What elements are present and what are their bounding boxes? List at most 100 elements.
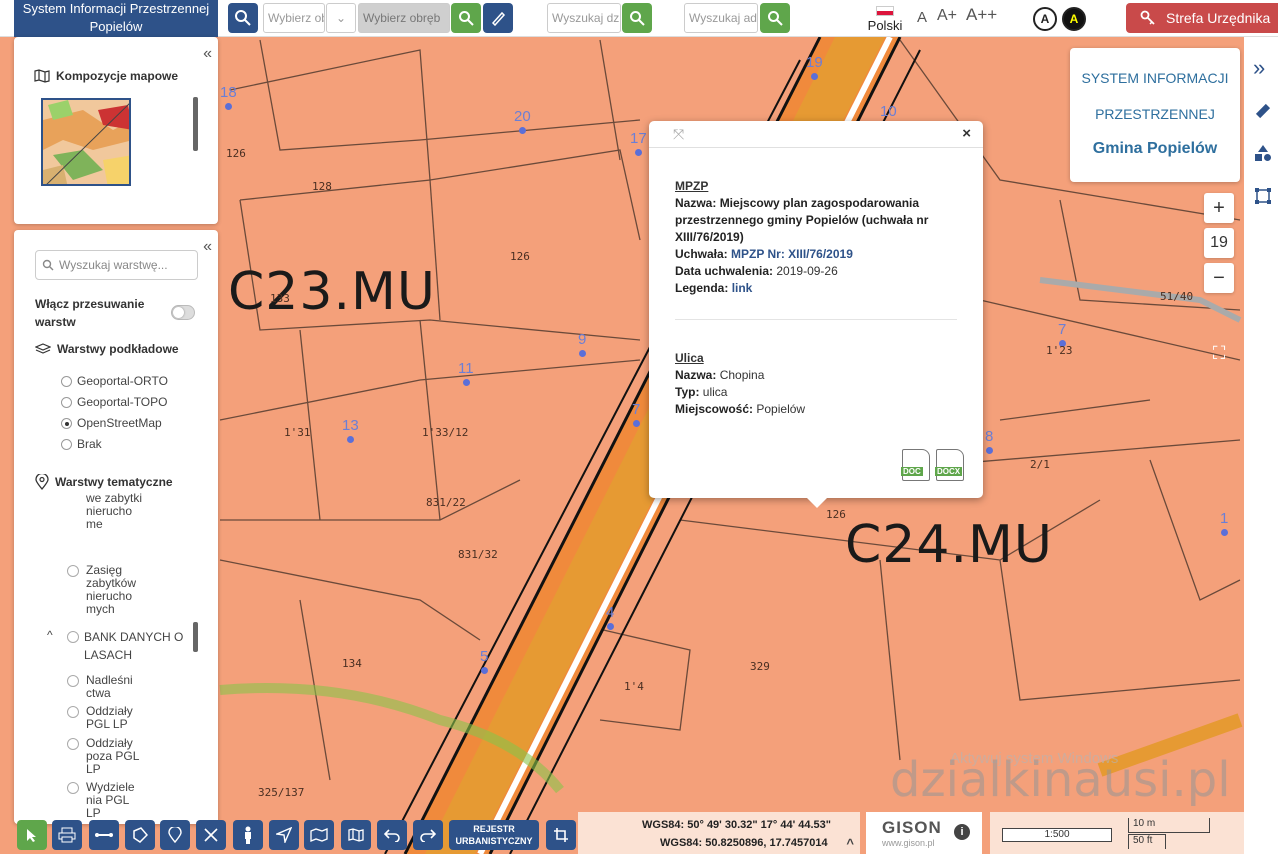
info-line-2: PRZESTRZENNEJ xyxy=(1095,106,1215,122)
font-size-small[interactable]: A xyxy=(917,9,927,26)
obreb-dropdown[interactable]: ⌄ xyxy=(326,3,356,33)
language-switch[interactable]: Polski xyxy=(864,4,906,33)
coord-dec-value: 50.8250896, 17.7457014 xyxy=(705,837,828,849)
obreb-select-1[interactable]: Wybierz obr xyxy=(263,3,325,33)
map-icon xyxy=(34,69,50,83)
print-button[interactable] xyxy=(52,820,82,850)
zoom-in-button[interactable]: + xyxy=(1204,193,1234,223)
strefa-urzednika-button[interactable]: Strefa Urzędnika xyxy=(1126,3,1278,33)
parcel-search-button[interactable] xyxy=(622,3,652,33)
app-title: System Informacji Przestrzennej Popielów xyxy=(14,0,218,37)
popup-divider xyxy=(675,319,957,320)
address-search-button[interactable] xyxy=(760,3,790,33)
shapes-icon[interactable] xyxy=(1254,144,1272,162)
obreb-select-2[interactable]: Wybierz obręb xyxy=(358,3,450,33)
coord-dms-row: WGS84: 50° 49' 30.32" 17° 44' 44.53" xyxy=(642,819,831,831)
base-option-brak[interactable]: Brak xyxy=(61,437,102,451)
collapse-panel-icon[interactable]: « xyxy=(203,45,212,63)
docx-icon: DOCX xyxy=(935,467,963,476)
measure-length-button[interactable] xyxy=(89,820,119,850)
base-option-osm[interactable]: OpenStreetMap xyxy=(61,416,162,430)
parcel-number: 1'31 xyxy=(284,426,311,439)
export-doc-button[interactable]: DOC xyxy=(901,449,930,481)
compositions-scrollbar[interactable] xyxy=(193,97,198,151)
rejestr-urbanistyczny-button[interactable]: REJESTR URBANISTYCZNY xyxy=(449,820,539,850)
scale-ratio[interactable]: 1:500 xyxy=(1002,828,1112,842)
contrast-normal-button[interactable]: A xyxy=(1033,7,1057,31)
collapse-panel-icon[interactable]: « xyxy=(203,238,212,256)
export-docx-button[interactable]: DOCX xyxy=(935,449,964,481)
map-point[interactable]: 17 xyxy=(630,130,647,156)
map-marker-icon xyxy=(168,827,182,843)
map-point[interactable]: 8 xyxy=(985,428,994,454)
parcel-search-input[interactable]: Wyszukaj dz xyxy=(547,3,621,33)
top-bar: System Informacji Przestrzennej Popielów… xyxy=(0,0,1278,37)
checkbox-icon xyxy=(67,706,79,718)
map-point[interactable]: 4 xyxy=(606,604,615,630)
drag-handle-icon[interactable]: ⤧ xyxy=(673,126,684,143)
select-area-icon[interactable] xyxy=(1254,187,1272,205)
composition-thumbnail[interactable] xyxy=(41,98,131,186)
gison-logo[interactable]: GISON www.gison.pl i xyxy=(866,812,982,854)
coord-dec-row: WGS84: 50.8250896, 17.7457014 xyxy=(660,837,828,849)
streetview-button[interactable] xyxy=(233,820,263,850)
external-map-button[interactable] xyxy=(304,820,334,850)
map-point[interactable]: 9 xyxy=(578,331,587,357)
layer-search-input[interactable]: Wyszukaj warstwę... xyxy=(35,250,198,280)
parcel-number: 51/40 xyxy=(1160,290,1194,303)
radio-selected-icon xyxy=(61,417,72,429)
map-point[interactable]: 7 xyxy=(1058,321,1067,347)
location-button[interactable] xyxy=(160,820,190,850)
mpzp-nazwa-row: Nazwa: Miejscowy plan zagospodarowania p… xyxy=(675,196,929,244)
map-point[interactable]: 18 xyxy=(220,84,237,110)
map-point[interactable]: 13 xyxy=(342,417,359,443)
info-icon[interactable]: i xyxy=(954,824,970,840)
coordinates-panel: WGS84: 50° 49' 30.32" 17° 44' 44.53" WGS… xyxy=(578,812,860,854)
crop-button[interactable] xyxy=(546,820,576,850)
select-tool-button[interactable] xyxy=(17,820,47,850)
expand-panel-icon[interactable]: » xyxy=(1253,55,1265,81)
person-icon xyxy=(245,826,251,844)
contrast-high-button[interactable]: A xyxy=(1062,7,1086,31)
checkbox-icon xyxy=(67,631,79,643)
map-point[interactable]: 11 xyxy=(458,360,474,386)
extent-button[interactable] xyxy=(196,820,226,850)
uchwala-link[interactable]: MPZP Nr: XIII/76/2019 xyxy=(731,247,853,261)
map-point[interactable]: 20 xyxy=(514,108,531,134)
map-point[interactable]: 19 xyxy=(806,54,823,80)
mpzp-heading: MPZP xyxy=(675,179,709,193)
address-search-input[interactable]: Wyszukaj ad xyxy=(684,3,758,33)
layers-scrollbar[interactable] xyxy=(193,622,198,652)
layer-shift-toggle[interactable] xyxy=(171,305,195,320)
map-view-button[interactable] xyxy=(341,820,371,850)
fullscreen-icon[interactable]: ⛶ xyxy=(1204,338,1234,368)
base-option-topo[interactable]: Geoportal-TOPO xyxy=(61,395,167,409)
map-point[interactable]: 7 xyxy=(632,401,641,427)
checkbox-icon xyxy=(67,782,79,794)
chevron-up-icon[interactable]: ^ xyxy=(846,836,854,851)
gison-url: www.gison.pl xyxy=(882,838,935,848)
font-size-medium[interactable]: A+ xyxy=(937,7,957,25)
watermark: dzialkinausi.pl xyxy=(890,752,1231,808)
parcel-number: 133 xyxy=(270,292,290,305)
coord-dms-value: 50° 49' 30.32" 17° 44' 44.53" xyxy=(687,819,831,831)
draw-search-button[interactable] xyxy=(483,3,513,33)
location-pin-icon xyxy=(35,474,49,490)
legenda-link[interactable]: link xyxy=(732,281,753,295)
ruler-icon[interactable] xyxy=(1255,103,1271,119)
zoom-out-button[interactable]: − xyxy=(1204,263,1234,293)
undo-button[interactable] xyxy=(377,820,407,850)
map-point[interactable]: 1 xyxy=(1220,510,1229,536)
base-option-orto[interactable]: Geoportal-ORTO xyxy=(61,374,168,388)
font-size-large[interactable]: A++ xyxy=(966,5,997,25)
search-obreb-button[interactable] xyxy=(451,3,481,33)
parcel-select-button[interactable] xyxy=(228,3,258,33)
redo-button[interactable] xyxy=(413,820,443,850)
measure-area-button[interactable] xyxy=(125,820,155,850)
search-icon xyxy=(768,11,783,26)
map-point[interactable]: 10 xyxy=(880,103,897,129)
parcel-number: 329 xyxy=(750,660,770,673)
navigate-button[interactable] xyxy=(269,820,299,850)
close-icon[interactable]: × xyxy=(962,125,971,142)
map-point[interactable]: 5 xyxy=(480,648,489,674)
